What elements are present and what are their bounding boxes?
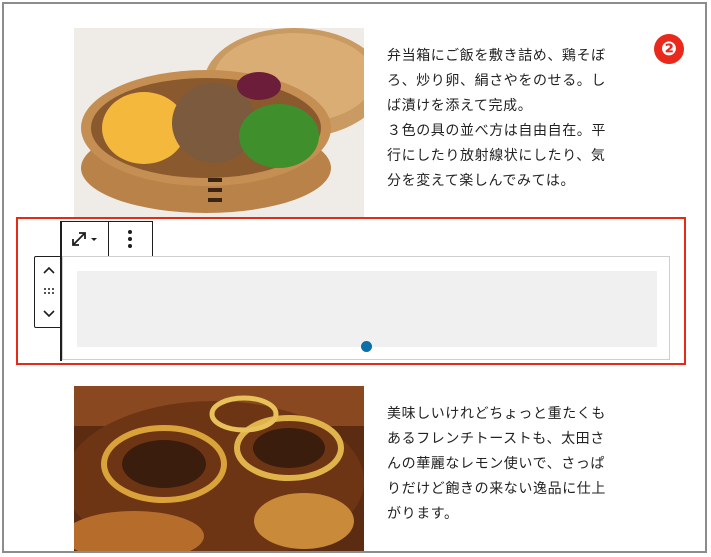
more-options-button[interactable] <box>109 222 151 256</box>
more-vertical-icon <box>128 230 132 248</box>
chevron-up-icon <box>43 266 55 274</box>
move-down-button[interactable] <box>35 303 63 325</box>
spacer-block[interactable] <box>62 256 670 360</box>
step-description-top: 弁当箱にご飯を敷き詰め、鶏そぼ ろ、炒り卵、絹さやをのせる。し ば漬けを添えて完… <box>387 48 606 189</box>
drag-handle-icon <box>44 288 54 294</box>
resize-icon <box>72 232 97 246</box>
lemon-french-toast-photo[interactable] <box>74 386 364 551</box>
bento-photo[interactable] <box>74 28 364 218</box>
drag-handle-button[interactable] <box>35 281 63 303</box>
selected-spacer-block-highlight <box>16 217 686 365</box>
move-up-button[interactable] <box>35 259 63 281</box>
spacer-resize-handle[interactable] <box>361 341 372 352</box>
block-toolbar <box>60 221 153 258</box>
step-number-badge: ❷ <box>654 34 684 64</box>
chevron-down-icon <box>43 310 55 318</box>
spacer-area <box>77 271 657 347</box>
resize-button[interactable] <box>60 222 109 256</box>
step-description-bottom: 美味しいけれどちょっと重たくも あるフレンチトーストも、太田さ んの華麗なレモン… <box>387 406 606 522</box>
editor-canvas: 弁当箱にご飯を敷き詰め、鶏そぼ ろ、炒り卵、絹さやをのせる。し ば漬けを添えて完… <box>2 2 707 553</box>
